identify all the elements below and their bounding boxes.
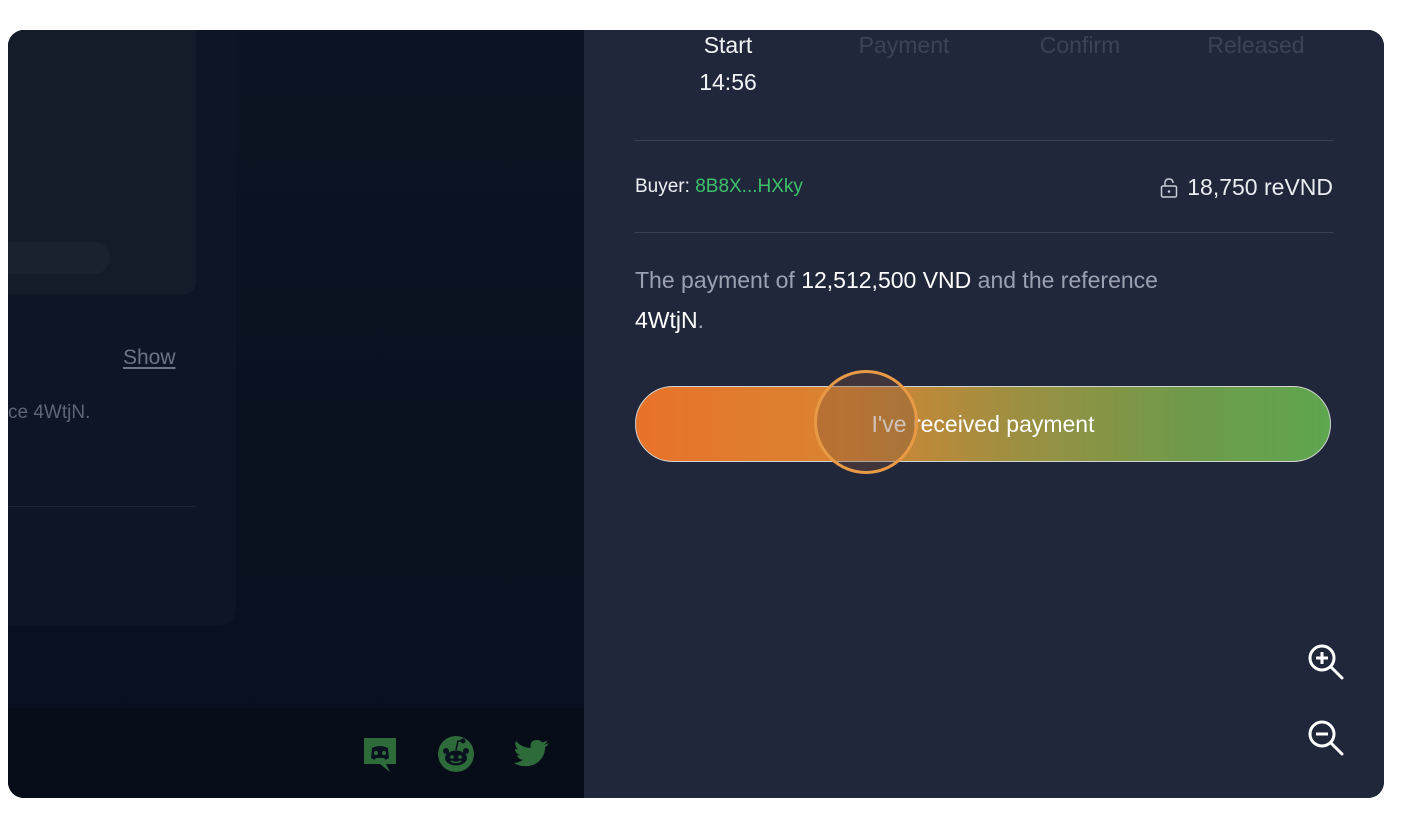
trade-steps: Start 14:56 Payment Confirm Released — [636, 30, 1336, 110]
divider — [635, 140, 1333, 141]
step-label: Released — [1207, 32, 1305, 58]
received-payment-label: I've received payment — [871, 410, 1095, 437]
background-page: Show ce 4WtjN. — [8, 30, 584, 798]
received-payment-button[interactable]: I've received payment — [635, 386, 1331, 462]
buyer-label: Buyer: — [635, 176, 690, 197]
buyer-row: Buyer: 8B8X...HXky 18,750 reVND — [635, 174, 1333, 202]
payment-message: The payment of 12,512,500 VND and the re… — [635, 260, 1285, 340]
divider — [635, 232, 1333, 233]
twitter-icon[interactable] — [512, 734, 552, 774]
buyer-address[interactable]: 8B8X...HXky — [695, 176, 803, 197]
countdown-timer: 14:56 — [699, 69, 757, 95]
payment-amount: 12,512,500 VND — [801, 267, 972, 293]
message-middle: and the reference — [977, 267, 1158, 293]
trade-modal: Start 14:56 Payment Confirm Released Buy… — [584, 30, 1384, 798]
background-reference-text: ce 4WtjN. — [8, 402, 91, 423]
step-released: Released — [1176, 32, 1336, 59]
app-frame: Show ce 4WtjN. Start 14:56 Payment Confi… — [8, 30, 1384, 798]
payment-reference: 4WtjN — [635, 307, 698, 333]
zoom-in-icon[interactable] — [1306, 642, 1346, 682]
lock-icon — [1161, 177, 1178, 198]
reddit-icon[interactable] — [436, 734, 476, 774]
divider — [8, 506, 196, 507]
discord-icon[interactable] — [360, 734, 400, 774]
message-prefix: The payment of — [635, 267, 795, 293]
zoom-out-icon[interactable] — [1306, 718, 1346, 758]
step-start: Start 14:56 — [648, 32, 808, 96]
locked-amount: 18,750 reVND — [1159, 174, 1333, 201]
message-suffix: . — [697, 307, 705, 333]
step-label: Start — [703, 32, 753, 58]
buyer-info: Buyer: 8B8X...HXky — [635, 176, 803, 198]
footer-bar — [8, 708, 584, 798]
step-confirm: Confirm — [1000, 32, 1160, 59]
step-payment: Payment — [824, 32, 984, 59]
step-label: Payment — [858, 32, 950, 58]
background-pill — [8, 242, 110, 274]
step-label: Confirm — [1039, 32, 1121, 58]
locked-amount-value: 18,750 reVND — [1187, 174, 1333, 200]
show-link[interactable]: Show — [123, 346, 176, 370]
